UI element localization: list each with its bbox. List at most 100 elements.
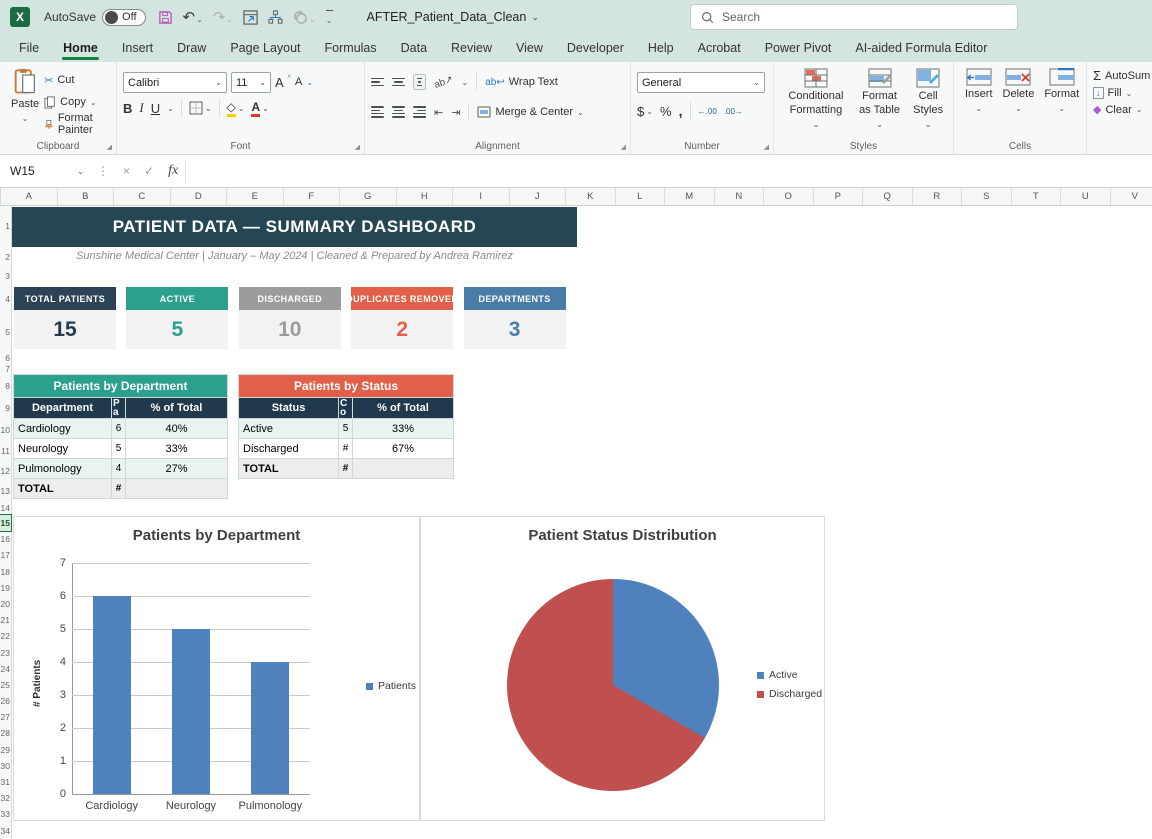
orientation-button[interactable]: ab↗ (433, 73, 455, 90)
tab-help[interactable]: Help (637, 36, 685, 62)
sheet-canvas[interactable]: 1234567891011121314151617181920212223242… (0, 206, 1152, 839)
comma-style-button[interactable]: , (679, 103, 683, 120)
row-header-6[interactable]: 6 (0, 353, 11, 363)
decrease-indent-button[interactable]: ⇤ (434, 106, 443, 119)
column-header-L[interactable]: L (616, 188, 666, 205)
kpi-card-duplicates-removed[interactable]: DUPLICATES REMOVED2 (351, 287, 453, 349)
delete-cells-button[interactable]: Delete ⌄ (998, 66, 1040, 115)
table-cell[interactable]: 67% (353, 438, 453, 458)
kpi-card-total-patients[interactable]: TOTAL PATIENTS15 (14, 287, 116, 349)
table-row[interactable]: Neurology533% (14, 438, 227, 458)
table-cell[interactable] (126, 478, 227, 498)
increase-decimal-button[interactable]: ←.00 (698, 107, 717, 116)
redo-button[interactable]: ↷⌄ (213, 8, 233, 26)
column-header-U[interactable]: U (1061, 188, 1111, 205)
column-header-R[interactable]: R (913, 188, 963, 205)
column-header-M[interactable]: M (665, 188, 715, 205)
grow-font-button[interactable]: A^ (275, 72, 291, 92)
pie-chart[interactable]: Patient Status DistributionActiveDischar… (420, 516, 825, 821)
table-cell[interactable]: 6 (112, 418, 126, 438)
tab-acrobat[interactable]: Acrobat (687, 36, 752, 62)
confirm-entry-button[interactable]: ✓ (137, 164, 161, 178)
bold-button[interactable]: B (123, 101, 132, 116)
customize-quick-access-toolbar-button[interactable]: ⌄ (326, 10, 333, 25)
align-left-button[interactable] (371, 104, 384, 119)
row-header-8[interactable]: 8 (0, 375, 11, 397)
copy-shapes-button[interactable]: ⌄ (293, 10, 316, 25)
increase-indent-button[interactable]: ⇥ (451, 106, 460, 119)
row-header-30[interactable]: 30 (0, 758, 11, 774)
row-header-34[interactable]: 34 (0, 823, 11, 839)
row-header-32[interactable]: 32 (0, 790, 11, 806)
column-header-F[interactable]: F (284, 188, 341, 205)
tab-home[interactable]: Home (52, 36, 109, 62)
row-header-25[interactable]: 25 (0, 677, 11, 693)
column-header-E[interactable]: E (227, 188, 284, 205)
tab-page-layout[interactable]: Page Layout (219, 36, 311, 62)
undo-button[interactable]: ↶⌄ (183, 8, 203, 26)
autosum-button[interactable]: ΣAutoSum⌄ (1093, 68, 1152, 83)
table-cell[interactable]: 4 (112, 458, 126, 478)
column-header-V[interactable]: V (1111, 188, 1152, 205)
column-header-N[interactable]: N (715, 188, 765, 205)
bar-chart[interactable]: Patients by Department01234567# Patients… (13, 516, 420, 821)
row-header-18[interactable]: 18 (0, 564, 11, 580)
column-header-G[interactable]: G (340, 188, 397, 205)
table-cell[interactable]: Cardiology (14, 418, 112, 438)
row-header-28[interactable]: 28 (0, 725, 11, 741)
table-row[interactable]: TOTAL# (14, 478, 227, 498)
row-header-22[interactable]: 22 (0, 628, 11, 644)
align-right-button[interactable] (413, 104, 426, 119)
align-bottom-button[interactable] (413, 74, 426, 90)
row-header-31[interactable]: 31 (0, 774, 11, 790)
percent-style-button[interactable]: % (660, 104, 672, 119)
shrink-font-button[interactable]: A⌄ (295, 72, 313, 92)
table-cell[interactable]: Neurology (14, 438, 112, 458)
tab-developer[interactable]: Developer (556, 36, 635, 62)
font-color-button[interactable]: A⌄ (251, 100, 268, 117)
fill-color-button[interactable]: ◇⌄ (227, 100, 245, 117)
row-header-20[interactable]: 20 (0, 596, 11, 612)
table-cell[interactable]: TOTAL (14, 478, 112, 498)
format-cells-button[interactable]: Format ⌄ (1039, 66, 1084, 115)
dashboard-subtitle-cell[interactable]: Sunshine Medical Center | January – May … (12, 250, 577, 262)
font-family-select[interactable]: Calibri⌄ (123, 72, 227, 93)
row-header-3[interactable]: 3 (0, 267, 11, 286)
row-header-2[interactable]: 2 (0, 247, 11, 267)
table-cell[interactable]: # (112, 478, 126, 498)
column-header-I[interactable]: I (453, 188, 510, 205)
table-cell[interactable]: 27% (126, 458, 227, 478)
paste-button[interactable]: Paste ⌄ (6, 66, 44, 134)
conditional-formatting-button[interactable]: Conditional Formatting ⌄ (780, 66, 852, 133)
bar-neurology[interactable] (172, 629, 210, 794)
row-header-1[interactable]: 1 (0, 206, 11, 247)
row-header-16[interactable]: 16 (0, 531, 11, 547)
table-cell[interactable]: Pulmonology (14, 458, 112, 478)
column-header-A[interactable]: A (1, 188, 58, 205)
table-row[interactable]: Cardiology640% (14, 418, 227, 438)
table-cell[interactable]: Active (239, 418, 339, 438)
save-button[interactable] (158, 10, 173, 25)
kpi-card-departments[interactable]: DEPARTMENTS3 (464, 287, 566, 349)
row-header-4[interactable]: 4 (0, 286, 11, 312)
kpi-card-active[interactable]: ACTIVE5 (126, 287, 228, 349)
tab-view[interactable]: View (505, 36, 554, 62)
column-header-O[interactable]: O (764, 188, 814, 205)
excel-logo-icon[interactable]: X (10, 7, 30, 27)
column-header-T[interactable]: T (1012, 188, 1062, 205)
row-header-29[interactable]: 29 (0, 742, 11, 758)
row-header-10[interactable]: 10 (0, 420, 11, 441)
row-header-5[interactable]: 5 (0, 312, 11, 353)
name-box[interactable]: W15⌄ (4, 159, 90, 183)
accounting-format-button[interactable]: $⌄ (637, 104, 653, 119)
format-as-table-button[interactable]: Format as Table ⌄ (852, 66, 907, 133)
table-row[interactable]: TOTAL# (239, 458, 453, 478)
align-top-button[interactable] (371, 76, 384, 88)
tab-review[interactable]: Review (440, 36, 503, 62)
tab-insert[interactable]: Insert (111, 36, 164, 62)
font-dialog-launcher[interactable]: ◢ (355, 143, 360, 151)
column-header-P[interactable]: P (814, 188, 864, 205)
cancel-entry-button[interactable]: × (116, 164, 137, 178)
row-header-19[interactable]: 19 (0, 580, 11, 596)
document-title[interactable]: AFTER_Patient_Data_Clean⌄ (367, 10, 539, 24)
